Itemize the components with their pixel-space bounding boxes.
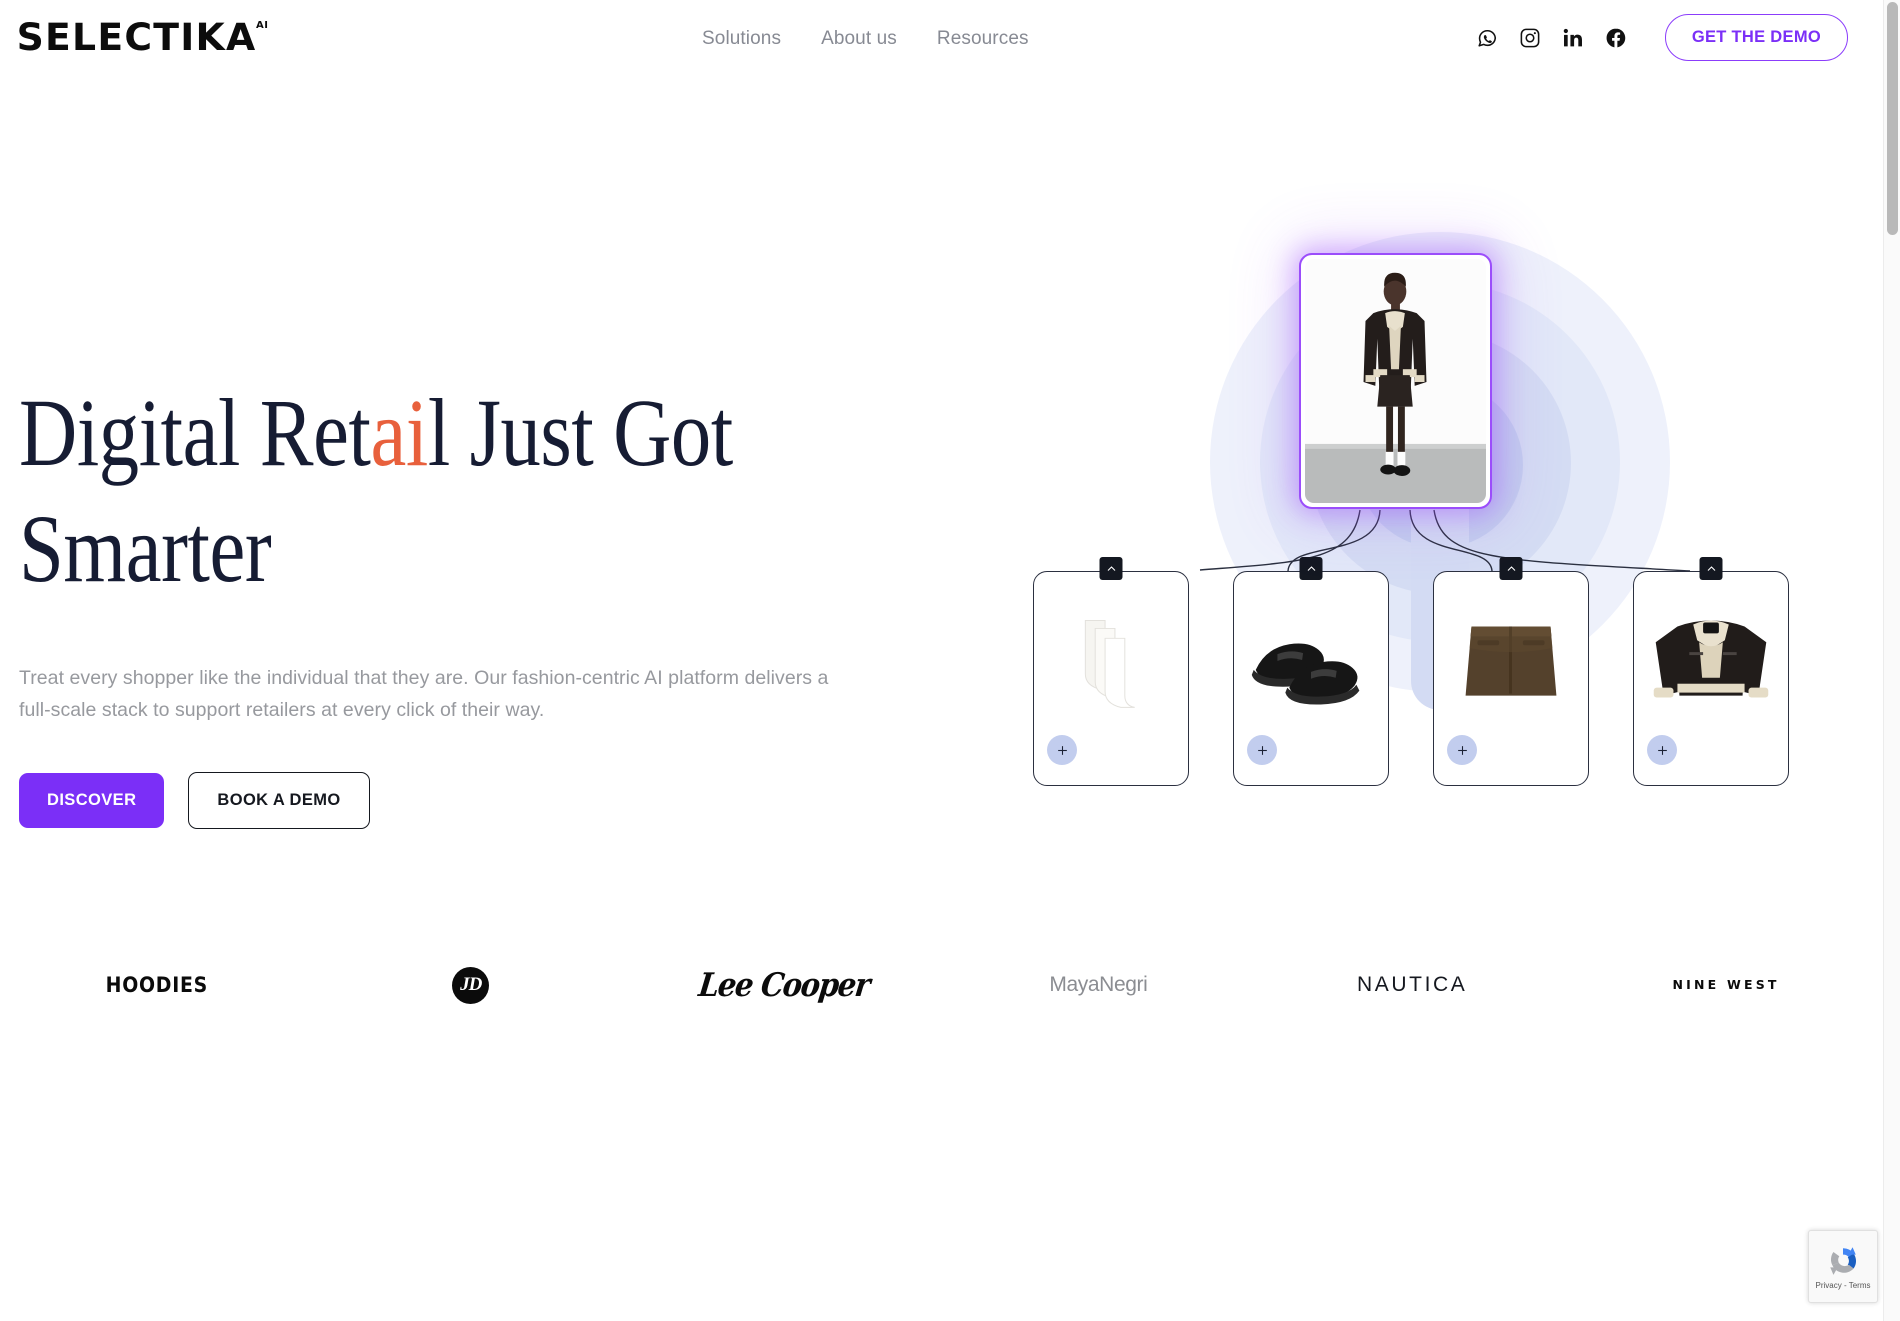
brand-wordmark: SELECTIKA — [16, 16, 257, 59]
chevron-up-icon[interactable] — [1699, 557, 1723, 580]
outfit-hero-card[interactable] — [1299, 253, 1492, 509]
chevron-up-icon[interactable] — [1099, 557, 1123, 580]
brand-label-hoodies: HOODIES — [105, 973, 209, 997]
product-image-jacket — [1634, 596, 1788, 728]
recaptcha-privacy-terms: Privacy - Terms — [1815, 1280, 1871, 1290]
brand-label-jd: JD — [452, 966, 490, 1004]
add-product-button[interactable] — [1447, 735, 1477, 765]
nav-item-about-us[interactable]: About us — [821, 28, 897, 50]
product-image-skirt — [1434, 596, 1588, 728]
instagram-icon[interactable] — [1519, 27, 1541, 49]
discover-button[interactable]: DISCOVER — [19, 773, 165, 829]
chevron-up-icon[interactable] — [1299, 557, 1323, 580]
product-card-row — [1033, 557, 1789, 786]
product-card-socks[interactable] — [1033, 557, 1189, 786]
brand-logo-hoodies: HOODIES — [0, 930, 314, 1040]
brand-label-nine: NINE — [1672, 977, 1720, 993]
hero-headline-part1: Digital Ret — [19, 379, 371, 486]
brand-logo-jd: JD — [314, 930, 628, 1040]
product-card-skirt[interactable] — [1433, 557, 1589, 786]
hero-headline-accent-ai: ai — [370, 379, 428, 486]
add-product-button[interactable] — [1047, 735, 1077, 765]
hero-headline-part2: l Just Got — [427, 379, 733, 486]
recaptcha-badge[interactable]: Privacy - Terms — [1808, 1230, 1878, 1303]
social-links — [1476, 27, 1627, 49]
brand-logo-maya-negri: MayaNegri — [941, 930, 1255, 1040]
recaptcha-icon — [1830, 1246, 1857, 1275]
hero-headline-line2: Smarter — [19, 495, 272, 602]
site-header: SELECTIKA AI Solutions About us Resource… — [0, 0, 1883, 84]
product-image-loafers — [1234, 596, 1388, 728]
add-product-button[interactable] — [1647, 735, 1677, 765]
brand-logo-nine-west: NINE WEST — [1569, 930, 1883, 1040]
hero-cta-group: DISCOVER BOOK A DEMO — [19, 772, 819, 830]
get-the-demo-button[interactable]: GET THE DEMO — [1664, 14, 1848, 61]
nav-item-solutions[interactable]: Solutions — [702, 28, 781, 50]
brand-logo[interactable]: SELECTIKA AI — [16, 16, 269, 59]
brand-label-west: WEST — [1726, 977, 1780, 993]
product-card-loafers[interactable] — [1233, 557, 1389, 786]
brand-logo-lee-cooper: Lee Cooper — [628, 930, 942, 1040]
brand-label-nautica: NAUTICA — [1357, 973, 1468, 996]
hero-subtitle: Treat every shopper like the individual … — [19, 667, 829, 721]
whatsapp-icon[interactable] — [1476, 27, 1498, 49]
page-scrollbar[interactable] — [1883, 0, 1900, 1321]
brand-logo-strip: HOODIES JD Lee Cooper MayaNegri NAUTICA … — [0, 930, 1883, 1040]
main-navigation: Solutions About us Resources — [702, 28, 1029, 50]
facebook-icon[interactable] — [1605, 27, 1627, 49]
add-product-button[interactable] — [1247, 735, 1277, 765]
linkedin-icon[interactable] — [1562, 27, 1584, 49]
page-scrollbar-thumb[interactable] — [1887, 2, 1898, 235]
chevron-up-icon[interactable] — [1499, 557, 1523, 580]
hero-copy: Digital Retail Just Got Smarter Treat eve… — [19, 385, 828, 830]
brand-logo-superscript-ai: AI — [256, 20, 269, 31]
brand-logo-nautica: NAUTICA — [1255, 930, 1569, 1040]
brand-label-maya-negri: MayaNegri — [1049, 973, 1148, 996]
product-image-socks — [1034, 596, 1188, 728]
product-card-jacket[interactable] — [1633, 557, 1789, 786]
book-a-demo-button[interactable]: BOOK A DEMO — [188, 772, 370, 830]
nav-item-resources[interactable]: Resources — [937, 28, 1029, 50]
hero-visual — [1000, 210, 1880, 850]
hero-headline: Digital Retail Just Got Smarter — [19, 385, 733, 602]
header-actions: GET THE DEMO — [1476, 14, 1848, 61]
brand-label-lee-cooper: Lee Cooper — [697, 965, 872, 1005]
outfit-photo — [1305, 259, 1486, 503]
